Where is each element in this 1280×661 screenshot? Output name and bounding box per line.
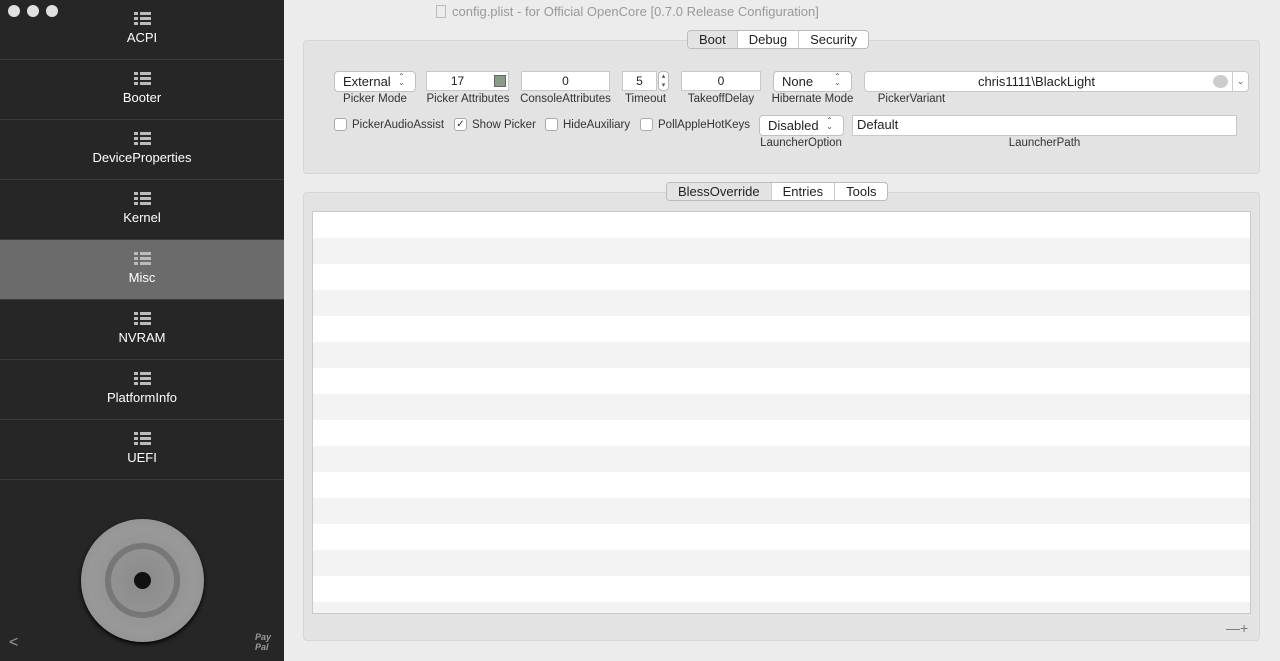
checkmark-icon[interactable]: ✓ [454, 118, 467, 131]
list-icon [133, 12, 151, 26]
sidebar-item-label: NVRAM [118, 330, 166, 345]
checkbox-label: PollAppleHotKeys [658, 118, 751, 131]
bottom-tabs: BlessOverride Entries Tools [666, 182, 889, 201]
share-icon[interactable]: < [9, 634, 18, 652]
tab-tools[interactable]: Tools [834, 183, 887, 200]
document-icon [436, 5, 446, 18]
list-icon [133, 72, 151, 86]
sidebar-item-label: DeviceProperties [92, 150, 192, 165]
sidebar-item-acpi[interactable]: ACPI [0, 0, 284, 60]
hibernate-mode-select[interactable]: None [773, 71, 852, 92]
sidebar-item-platforminfo[interactable]: PlatformInfo [0, 360, 284, 420]
top-tabs: Boot Debug Security [687, 30, 870, 49]
list-icon [133, 312, 151, 326]
show-picker-checkbox[interactable]: ✓ Show Picker [454, 118, 536, 131]
picker-audio-assist-checkbox[interactable]: PickerAudioAssist [334, 118, 444, 131]
window-title: config.plist - for Official OpenCore [0.… [436, 4, 819, 19]
remove-button[interactable]: — [1226, 620, 1240, 636]
picker-variant-combo[interactable]: chris1111\BlackLight [864, 71, 1249, 92]
sidebar-item-kernel[interactable]: Kernel [0, 180, 284, 240]
tab-debug[interactable]: Debug [736, 31, 798, 48]
sidebar-item-label: ACPI [126, 30, 158, 45]
tab-boot[interactable]: Boot [688, 31, 737, 48]
sidebar-item-deviceproperties[interactable]: DeviceProperties [0, 120, 284, 180]
takeoff-delay-field[interactable]: 0 [681, 71, 761, 91]
console-attributes-field[interactable]: 0 [521, 71, 610, 91]
sidebar-item-label: Booter [122, 90, 162, 105]
paypal-text: Pay [255, 632, 272, 642]
picker-mode-select[interactable]: External [334, 71, 416, 92]
bless-override-table[interactable] [312, 211, 1251, 614]
chevron-down-icon[interactable]: ⌄ [1232, 72, 1248, 91]
boot-panel [303, 40, 1260, 174]
tab-security[interactable]: Security [798, 31, 868, 48]
title-text: config.plist - for Official OpenCore [0.… [452, 4, 819, 19]
console-attributes-label: ConsoleAttributes [520, 93, 611, 105]
palette-icon[interactable] [1213, 75, 1228, 88]
launcher-path-field[interactable]: Default [852, 115, 1237, 136]
timeout-field[interactable]: 5 [622, 71, 657, 91]
checkbox-box[interactable] [545, 118, 558, 131]
takeoff-delay-label: TakeoffDelay [687, 93, 755, 105]
paypal-button[interactable]: Pay Pal [255, 632, 271, 652]
opencore-disc-logo[interactable] [81, 519, 204, 642]
poll-apple-hotkeys-checkbox[interactable]: PollAppleHotKeys [640, 118, 750, 131]
sidebar-item-label: PlatformInfo [106, 390, 178, 405]
disc-hole [134, 572, 151, 589]
list-icon [133, 132, 151, 146]
sidebar-item-label: Misc [128, 270, 156, 285]
picker-attributes-label: Picker Attributes [426, 93, 510, 105]
sidebar-item-label: Kernel [123, 210, 161, 225]
add-button[interactable]: + [1240, 620, 1248, 636]
launcher-path-label: LauncherPath [1008, 137, 1081, 149]
sidebar-item-booter[interactable]: Booter [0, 60, 284, 120]
add-remove-controls: —+ [1226, 620, 1248, 636]
sidebar-item-misc[interactable]: Misc [0, 240, 284, 300]
sidebar-item-uefi[interactable]: UEFI [0, 420, 284, 480]
list-icon [133, 372, 151, 386]
launcher-option-label: LauncherOption [760, 137, 842, 149]
checkbox-label: HideAuxiliary [563, 118, 631, 131]
list-icon [133, 192, 151, 206]
checkbox-box[interactable] [334, 118, 347, 131]
list-icon [133, 252, 151, 266]
timeout-label: Timeout [624, 93, 667, 105]
timeout-stepper[interactable]: ▴ ▾ [658, 71, 669, 91]
hide-auxiliary-checkbox[interactable]: HideAuxiliary [545, 118, 630, 131]
checkbox-box[interactable] [640, 118, 653, 131]
sidebar-item-nvram[interactable]: NVRAM [0, 300, 284, 360]
picker-variant-label: PickerVariant [877, 93, 946, 105]
picker-mode-label: Picker Mode [343, 93, 407, 105]
sidebar: ACPI Booter DeviceProperties Kernel Misc… [0, 0, 284, 661]
tab-blessoverride[interactable]: BlessOverride [667, 183, 771, 200]
checkbox-label: Show Picker [472, 118, 536, 131]
list-icon [133, 432, 151, 446]
checkbox-label: PickerAudioAssist [352, 118, 445, 131]
tab-entries[interactable]: Entries [770, 183, 834, 200]
launcher-option-select[interactable]: Disabled [759, 115, 844, 136]
hibernate-mode-label: Hibernate Mode [771, 93, 854, 105]
calculator-icon[interactable] [494, 75, 506, 87]
sidebar-item-label: UEFI [127, 450, 157, 465]
paypal-text: Pal [255, 642, 269, 652]
